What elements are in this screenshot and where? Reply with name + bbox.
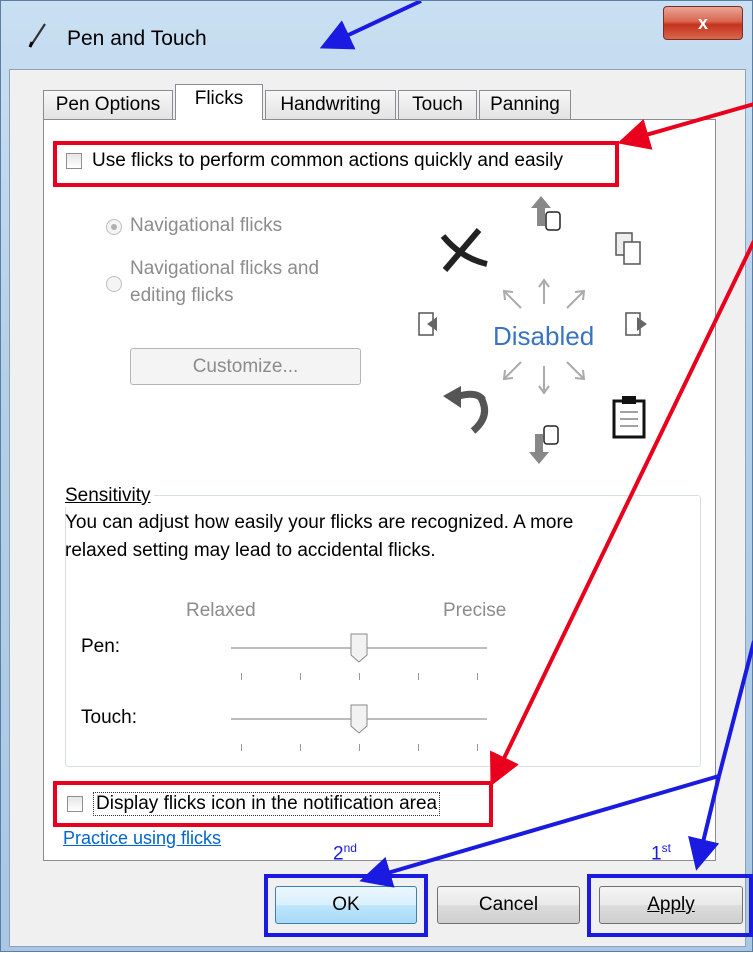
touch-slider-tick: [241, 744, 242, 751]
pen-slider-tick: [241, 673, 242, 680]
close-icon: x: [697, 13, 708, 33]
navigational-flicks-label[interactable]: Navigational flicks: [130, 215, 282, 237]
touch-slider-label: Touch:: [81, 707, 137, 728]
forward-icon: [625, 312, 647, 336]
undo-icon: [443, 386, 489, 434]
use-flicks-highlight-box: [53, 141, 619, 187]
drag-up-hand-icon: [531, 196, 561, 231]
tab-flicks[interactable]: Flicks: [175, 84, 263, 120]
flicks-disabled-label: Disabled: [493, 321, 595, 351]
navigational-editing-flicks-label-line1[interactable]: Navigational flicks and: [130, 258, 319, 280]
pen-icon: [28, 23, 46, 48]
second-step-annotation: 2nd: [333, 841, 357, 865]
customize-button[interactable]: Customize...: [130, 348, 361, 385]
navigational-editing-flicks-radio[interactable]: [106, 276, 122, 292]
tab-handwriting[interactable]: Handwriting: [265, 90, 396, 119]
copy-icon: [615, 232, 641, 265]
apply-highlight-box: [587, 874, 753, 937]
relaxed-label: Relaxed: [186, 600, 256, 621]
sensitivity-legend: Sensitivity: [65, 485, 154, 507]
first-step-annotation: 1st: [651, 841, 671, 865]
close-button[interactable]: x: [663, 6, 743, 40]
sensitivity-description-line1: You can adjust how easily your flicks ar…: [65, 512, 574, 533]
navigational-editing-flicks-label-line2[interactable]: editing flicks: [130, 285, 234, 307]
pen-slider-tick: [300, 673, 301, 680]
sensitivity-group: [65, 495, 701, 767]
pen-slider-tick: [359, 673, 360, 680]
tab-pen-options[interactable]: Pen Options: [43, 90, 173, 119]
touch-slider-tick: [418, 744, 419, 751]
touch-slider-tick: [300, 744, 301, 751]
precise-label: Precise: [443, 600, 507, 621]
ok-highlight-box: [264, 874, 428, 937]
delete-icon: [440, 228, 488, 272]
paste-icon: [612, 396, 646, 439]
drag-down-hand-icon: [529, 425, 559, 464]
pen-slider-label: Pen:: [81, 636, 121, 657]
navigational-flicks-radio[interactable]: [106, 219, 122, 235]
window-title: Pen and Touch: [67, 27, 207, 50]
display-flicks-icon-highlight-box: [53, 781, 493, 827]
tab-panning[interactable]: Panning: [479, 90, 571, 119]
pen-slider-thumb[interactable]: [350, 633, 368, 663]
sensitivity-description-line2: relaxed setting may lead to accidental f…: [65, 540, 436, 561]
touch-slider-thumb[interactable]: [350, 704, 368, 734]
title-bar[interactable]: Pen and Touch x: [1, 1, 753, 69]
touch-slider-tick: [359, 744, 360, 751]
pen-slider-tick: [418, 673, 419, 680]
pen-slider-tick: [477, 673, 478, 680]
practice-using-flicks-link[interactable]: Practice using flicks: [63, 828, 221, 849]
pen-and-touch-window: Pen and Touch x Pen Options Flicks Handw…: [0, 0, 753, 952]
touch-slider-tick: [477, 744, 478, 751]
tab-touch[interactable]: Touch: [398, 90, 477, 119]
back-icon: [418, 312, 437, 336]
cancel-button[interactable]: Cancel: [437, 886, 580, 924]
